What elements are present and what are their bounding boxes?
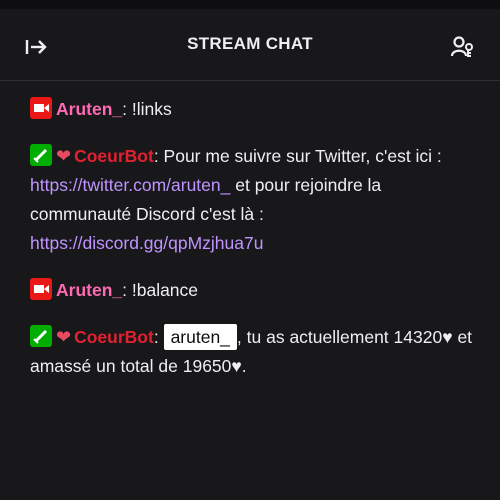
twitter-link[interactable]: https://twitter.com/aruten_	[30, 175, 230, 195]
chat-username[interactable]: Aruten_	[56, 99, 122, 119]
discord-link[interactable]: https://discord.gg/qpMzjhua7u	[30, 233, 263, 253]
chat-username[interactable]: CoeurBot	[74, 327, 154, 347]
moderator-badge[interactable]	[30, 325, 52, 347]
broadcaster-badge[interactable]	[30, 97, 52, 119]
message-text: !balance	[127, 280, 199, 300]
user-mention[interactable]: aruten_	[163, 324, 237, 350]
message-separator: :	[153, 327, 159, 347]
window-top-bar	[0, 0, 500, 9]
chat-message-list: Aruten_: !links ❤ CoeurBot: Pour me suivr…	[30, 95, 480, 399]
broadcaster-badge[interactable]	[30, 278, 52, 300]
moderator-badge[interactable]	[30, 144, 52, 166]
chat-username[interactable]: Aruten_	[56, 280, 122, 300]
heart-icon: ❤	[56, 327, 72, 347]
camera-icon	[34, 104, 49, 112]
chat-message: Aruten_: !balance	[30, 276, 480, 305]
community-button[interactable]	[450, 33, 478, 61]
message-text: Pour me suivre sur Twitter, c'est ici :	[158, 146, 442, 166]
chat-message: ❤ CoeurBot: aruten_, tu as actuellement 1…	[30, 323, 480, 381]
chat-message: Aruten_: !links	[30, 95, 480, 124]
chat-message: ❤ CoeurBot: Pour me suivre sur Twitter, c…	[30, 142, 480, 258]
camera-icon	[34, 285, 49, 293]
chat-username[interactable]: CoeurBot	[74, 146, 154, 166]
sword-icon	[33, 329, 48, 344]
users-icon	[451, 36, 473, 57]
message-text: !links	[127, 99, 172, 119]
chat-title: STREAM CHAT	[187, 34, 313, 53]
sword-icon	[33, 148, 48, 163]
chat-header: STREAM CHAT	[0, 9, 500, 81]
heart-icon: ❤	[56, 146, 72, 166]
